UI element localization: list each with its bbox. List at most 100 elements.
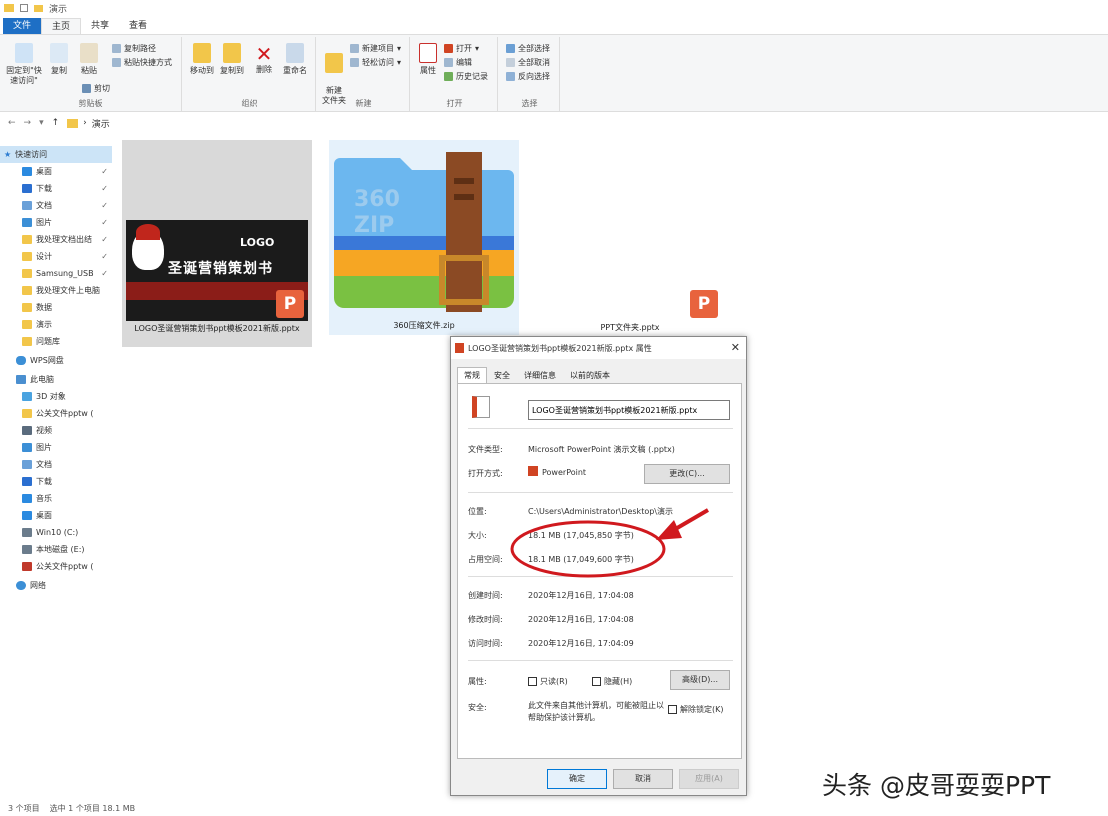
pin-icon[interactable]: ✓ — [101, 252, 108, 261]
open-button[interactable]: 打开 ▾ — [444, 43, 479, 54]
file-item-ppt-folder[interactable]: P PPT文件夹.pptx — [600, 288, 720, 336]
tab-general[interactable]: 常规 — [457, 367, 487, 384]
folder-icon — [22, 252, 32, 261]
paste-button[interactable]: 粘贴 — [76, 43, 102, 76]
group-organize: 移动到 复制到 ✕ 删除 重命名 组织 — [184, 37, 316, 111]
advanced-button[interactable]: 高级(D)... — [670, 670, 730, 690]
pin-icon[interactable]: ✓ — [101, 184, 108, 193]
copy-to-button[interactable]: 复制到 — [218, 43, 246, 76]
new-folder-button[interactable]: 新建 文件夹 — [320, 43, 348, 106]
delete-label: 删除 — [256, 65, 272, 74]
nav-network[interactable]: 网络 — [0, 577, 112, 594]
quick-item[interactable]: 桌面 ✓ — [0, 163, 112, 180]
recent-locations-icon[interactable]: ▾ — [39, 118, 44, 128]
readonly-label: 只读(R) — [540, 677, 568, 686]
address-path[interactable]: › 演示 — [67, 117, 110, 130]
file-item-zip[interactable]: 360 ZIP 360压缩文件.zip — [329, 140, 519, 335]
nav-quick-access[interactable]: ★ 快速访问 — [0, 146, 112, 163]
tab-file[interactable]: 文件 — [3, 18, 42, 34]
quick-item[interactable]: 图片 ✓ — [0, 214, 112, 231]
pin-quick-access-button[interactable]: 固定到"快速访问" — [4, 43, 44, 86]
breadcrumb-current[interactable]: 演示 — [92, 117, 110, 130]
close-icon[interactable]: ✕ — [731, 341, 740, 354]
pc-item[interactable]: 视频 — [0, 422, 112, 439]
apply-button[interactable]: 应用(A) — [679, 769, 739, 789]
folder-icon — [22, 235, 32, 244]
nav-wps-drive[interactable]: WPS网盘 — [0, 352, 112, 369]
forward-icon[interactable]: → — [24, 118, 32, 128]
edit-button[interactable]: 编辑 — [444, 57, 472, 68]
change-button[interactable]: 更改(C)... — [644, 464, 730, 484]
pin-icon[interactable]: ✓ — [101, 201, 108, 210]
pc-item[interactable]: 3D 对象 — [0, 388, 112, 405]
invert-selection-button[interactable]: 反向选择 — [506, 71, 550, 82]
ok-button[interactable]: 确定 — [547, 769, 607, 789]
quick-item[interactable]: 数据 — [0, 299, 112, 316]
quick-item[interactable]: 演示 — [0, 316, 112, 333]
quick-item[interactable]: 下载 ✓ — [0, 180, 112, 197]
hidden-checkbox[interactable]: 隐藏(H) — [592, 676, 632, 687]
copy-path-button[interactable]: 复制路径 — [112, 43, 156, 54]
cancel-button[interactable]: 取消 — [613, 769, 673, 789]
new-folder-icon — [325, 53, 343, 73]
open-with-value: PowerPoint — [542, 468, 587, 477]
pc-item[interactable]: 下载 — [0, 473, 112, 490]
ribbon: 固定到"快速访问" 复制 粘贴 剪切 复制路径 粘贴快捷方式 剪贴板 移动到 复… — [0, 34, 1108, 112]
rename-button[interactable]: 重命名 — [280, 43, 310, 76]
pc-item[interactable]: 公关文件pptw ( — [0, 558, 112, 575]
cut-button[interactable]: 剪切 — [82, 83, 110, 94]
back-icon[interactable]: ← — [8, 118, 16, 128]
quick-item[interactable]: Samsung_USB ✓ — [0, 265, 112, 282]
tab-security[interactable]: 安全 — [487, 367, 517, 384]
easy-access-button[interactable]: 轻松访问 ▾ — [350, 57, 401, 68]
quick-item[interactable]: 文档 ✓ — [0, 197, 112, 214]
nav-label: 本地磁盘 (E:) — [36, 545, 85, 554]
edit-label: 编辑 — [456, 58, 472, 67]
nav-label: 演示 — [36, 320, 52, 329]
pc-item[interactable]: 本地磁盘 (E:) — [0, 541, 112, 558]
folder-quick-icon[interactable] — [34, 4, 43, 12]
pin-icon[interactable]: ✓ — [101, 235, 108, 244]
tab-previous-versions[interactable]: 以前的版本 — [563, 367, 617, 384]
pin-icon[interactable]: ✓ — [101, 167, 108, 176]
pc-item[interactable]: 图片 — [0, 439, 112, 456]
delete-button[interactable]: ✕ 删除 — [252, 43, 276, 75]
history-button[interactable]: 历史记录 — [444, 71, 488, 82]
nav-this-pc[interactable]: 此电脑 — [0, 371, 112, 388]
ppt-icon: P — [276, 290, 304, 318]
readonly-checkbox[interactable]: 只读(R) — [528, 676, 568, 687]
tab-share[interactable]: 共享 — [81, 18, 119, 34]
tab-home[interactable]: 主页 — [41, 18, 82, 34]
item-count: 3 个项目 — [8, 804, 40, 813]
quick-item[interactable]: 问题库 — [0, 333, 112, 350]
quick-item[interactable]: 设计 ✓ — [0, 248, 112, 265]
folder-icon — [22, 562, 32, 571]
quick-item[interactable]: 我处理文档出结 ✓ — [0, 231, 112, 248]
invert-selection-label: 反向选择 — [518, 72, 550, 81]
properties-quick-icon[interactable] — [20, 4, 28, 12]
pc-item[interactable]: Win10 (C:) — [0, 524, 112, 541]
select-none-button[interactable]: 全部取消 — [506, 57, 550, 68]
unblock-checkbox[interactable]: 解除锁定(K) — [668, 704, 724, 715]
nav-label: Samsung_USB — [36, 269, 94, 278]
paste-shortcut-button[interactable]: 粘贴快捷方式 — [112, 57, 172, 68]
up-icon[interactable]: ↑ — [52, 118, 60, 128]
select-all-button[interactable]: 全部选择 — [506, 43, 550, 54]
filename-field[interactable] — [528, 400, 730, 420]
pc-item[interactable]: 桌面 — [0, 507, 112, 524]
move-to-button[interactable]: 移动到 — [188, 43, 216, 76]
pin-icon[interactable]: ✓ — [101, 218, 108, 227]
properties-button[interactable]: 属性 — [416, 43, 440, 76]
tab-details[interactable]: 详细信息 — [517, 367, 563, 384]
file-item-ppt-template[interactable]: LOGO 圣诞营销策划书 P LOGO圣诞营销策划书ppt模板2021新版.pp… — [122, 140, 312, 347]
this-pc-list: 3D 对象 公关文件pptw (视频 图片 文档 下载 音乐 桌面 Win10 (C:) 本地磁… — [0, 388, 112, 575]
pc-item[interactable]: 公关文件pptw ( — [0, 405, 112, 422]
quick-item[interactable]: 我处理文件上电脑 — [0, 282, 112, 299]
tab-view[interactable]: 查看 — [119, 18, 157, 34]
invert-selection-icon — [506, 72, 515, 81]
new-item-button[interactable]: 新建项目 ▾ — [350, 43, 401, 54]
pin-icon[interactable]: ✓ — [101, 269, 108, 278]
pc-item[interactable]: 音乐 — [0, 490, 112, 507]
pc-item[interactable]: 文档 — [0, 456, 112, 473]
copy-button[interactable]: 复制 — [46, 43, 72, 76]
